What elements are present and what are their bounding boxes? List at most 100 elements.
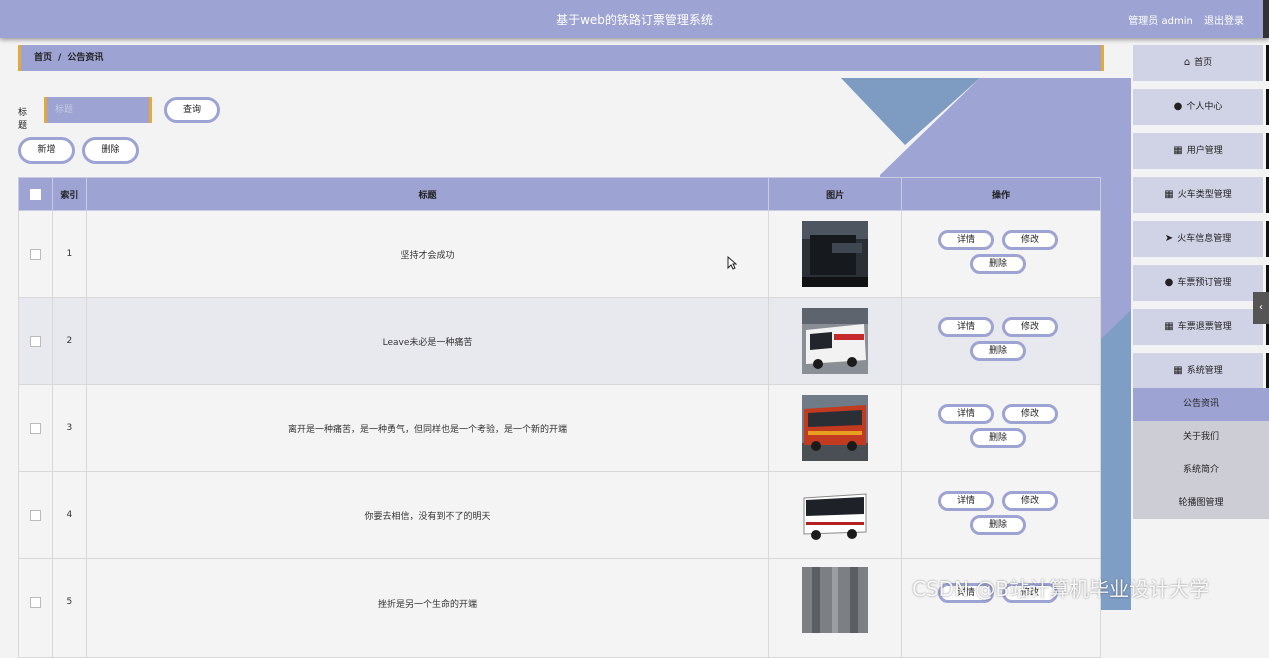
row-image-cell [768, 558, 902, 658]
table-row: 3 离开是一种痛苦，是一种勇气，但同样也是一个考验，是一个新的开端 详情 修改 [18, 384, 1101, 472]
query-button[interactable]: 查询 [164, 97, 220, 123]
search-label: 标题 [18, 108, 28, 131]
row-index: 2 [51, 297, 87, 385]
row-ops-cell: 详情 修改 删除 [901, 384, 1101, 472]
window-edge [1263, 0, 1269, 38]
row-index: 3 [51, 384, 87, 472]
grid-icon: ▦ [1164, 189, 1174, 200]
edit-button[interactable]: 修改 [1002, 491, 1058, 511]
row-image-cell [768, 471, 902, 559]
system-management-submenu: 公告资讯 关于我们 系统简介 轮播图管理 [1133, 388, 1269, 519]
user-icon: ● [1173, 101, 1183, 112]
sidebar-item-label: 车票退票管理 [1177, 322, 1232, 332]
sidebar-item-label: 用户管理 [1186, 146, 1223, 156]
top-header: 基于web的铁路订票管理系统 管理员 admin 退出登录 [0, 0, 1269, 38]
row-checkbox[interactable] [29, 422, 41, 434]
row-index: 1 [51, 210, 87, 298]
row-image-cell [768, 210, 902, 298]
select-all-checkbox[interactable] [29, 188, 41, 200]
row-checkbox-cell [18, 297, 53, 385]
add-button[interactable]: 新增 [18, 137, 75, 164]
edit-button[interactable]: 修改 [1002, 404, 1058, 424]
detail-button[interactable]: 详情 [938, 230, 994, 250]
sidebar-item-label: 火车类型管理 [1177, 190, 1232, 200]
row-checkbox[interactable] [29, 248, 41, 260]
sidebar-item-label: 系统管理 [1186, 366, 1223, 376]
send-icon: ➤ [1164, 233, 1174, 244]
row-checkbox[interactable] [29, 597, 41, 608]
user-info: 管理员 admin 退出登录 [1120, 12, 1244, 27]
submenu-item-system-intro[interactable]: 系统简介 [1133, 454, 1269, 487]
bus-photo[interactable] [802, 482, 869, 548]
ops-header: 操作 [901, 177, 1101, 211]
detail-button[interactable]: 详情 [938, 317, 994, 337]
row-title: 离开是一种痛苦，是一种勇气，但同样也是一个考验，是一个新的开端 [85, 384, 770, 472]
search-input[interactable]: 标题 [44, 97, 152, 123]
chevron-left-icon: ‹ [1259, 302, 1263, 313]
row-title: 挫折是另一个生命的开端 [85, 558, 770, 658]
table-row: 4 你要去相信，没有到不了的明天 详情 修改 删除 [18, 471, 1101, 559]
sidebar-item-home[interactable]: ⌂ 首页 [1133, 45, 1269, 81]
sidebar-item-label: 车票预订管理 [1177, 278, 1232, 288]
row-title: Leave未必是一种痛苦 [85, 297, 770, 385]
sidebar: ⌂ 首页 ● 个人中心 ▦ 用户管理 ▦ 火车类型管理 ➤ 火车信息管理 ● 车票预订管理 … [1133, 40, 1269, 610]
row-index: 5 [51, 558, 87, 658]
sidebar-item-personal-center[interactable]: ● 个人中心 [1133, 89, 1269, 125]
detail-button[interactable]: 详情 [938, 491, 994, 511]
app-title: 基于web的铁路订票管理系统 [556, 13, 713, 27]
sidebar-item-train-info-management[interactable]: ➤ 火车信息管理 [1133, 221, 1269, 257]
bus-photo[interactable] [802, 308, 869, 374]
sidebar-item-user-management[interactable]: ▦ 用户管理 [1133, 133, 1269, 169]
sidebar-collapse-button[interactable]: ‹ [1253, 292, 1269, 324]
row-checkbox-cell [18, 471, 53, 559]
table-header-row: 索引 标题 图片 操作 [18, 177, 1101, 211]
submenu-item-announcements[interactable]: 公告资讯 [1133, 388, 1269, 421]
row-ops-cell: 详情 修改 删除 [901, 210, 1101, 298]
breadcrumb-home[interactable]: 首页 [34, 53, 52, 63]
sidebar-item-ticket-refund-management[interactable]: ▦ 车票退票管理 [1133, 309, 1269, 345]
home-icon: ⌂ [1183, 57, 1191, 68]
sidebar-item-system-management[interactable]: ▦ 系统管理 [1133, 353, 1269, 389]
grid-icon: ▦ [1173, 365, 1183, 376]
row-delete-button[interactable]: 删除 [970, 515, 1026, 535]
breadcrumb-current: 公告资讯 [67, 53, 104, 63]
row-image-cell [768, 297, 902, 385]
sidebar-item-label: 火车信息管理 [1177, 234, 1232, 244]
select-all-cell [18, 177, 53, 211]
edit-button[interactable]: 修改 [1002, 317, 1058, 337]
image-header: 图片 [768, 177, 902, 211]
submenu-item-carousel-management[interactable]: 轮播图管理 [1133, 487, 1269, 520]
edit-button[interactable]: 修改 [1002, 230, 1058, 250]
row-checkbox[interactable] [29, 509, 41, 521]
watermark: CSDN @B站计算机毕业设计大学 [912, 577, 1210, 601]
train-photo[interactable] [802, 567, 869, 633]
row-index: 4 [51, 471, 87, 559]
row-checkbox-cell [18, 384, 53, 472]
bus-photo[interactable] [802, 395, 869, 461]
mouse-cursor-icon [727, 256, 737, 270]
row-delete-button[interactable]: 删除 [970, 428, 1026, 448]
logout-link[interactable]: 退出登录 [1204, 16, 1244, 27]
delete-button[interactable]: 删除 [82, 137, 139, 164]
breadcrumb: 首页 / 公告资讯 [18, 45, 1104, 71]
row-title: 你要去相信，没有到不了的明天 [85, 471, 770, 559]
user-role-label: 管理员 admin [1128, 16, 1193, 27]
sidebar-item-train-type-management[interactable]: ▦ 火车类型管理 [1133, 177, 1269, 213]
index-header: 索引 [51, 177, 87, 211]
row-delete-button[interactable]: 删除 [970, 341, 1026, 361]
row-title: 坚持才会成功 [85, 210, 770, 298]
grid-icon: ▦ [1164, 321, 1174, 332]
sidebar-item-label: 首页 [1194, 58, 1213, 68]
row-delete-button[interactable]: 删除 [970, 254, 1026, 274]
train-photo[interactable] [802, 221, 869, 287]
row-checkbox-cell [18, 210, 53, 298]
grid-icon: ▦ [1173, 145, 1183, 156]
detail-button[interactable]: 详情 [938, 404, 994, 424]
sidebar-item-ticket-booking-management[interactable]: ● 车票预订管理 [1133, 265, 1269, 301]
title-header: 标题 [85, 177, 770, 211]
row-checkbox[interactable] [29, 335, 41, 347]
submenu-item-about-us[interactable]: 关于我们 [1133, 421, 1269, 454]
table-row: 1 坚持才会成功 详情 修改 删除 [18, 210, 1101, 298]
row-ops-cell: 详情 修改 删除 [901, 471, 1101, 559]
row-image-cell [768, 384, 902, 472]
